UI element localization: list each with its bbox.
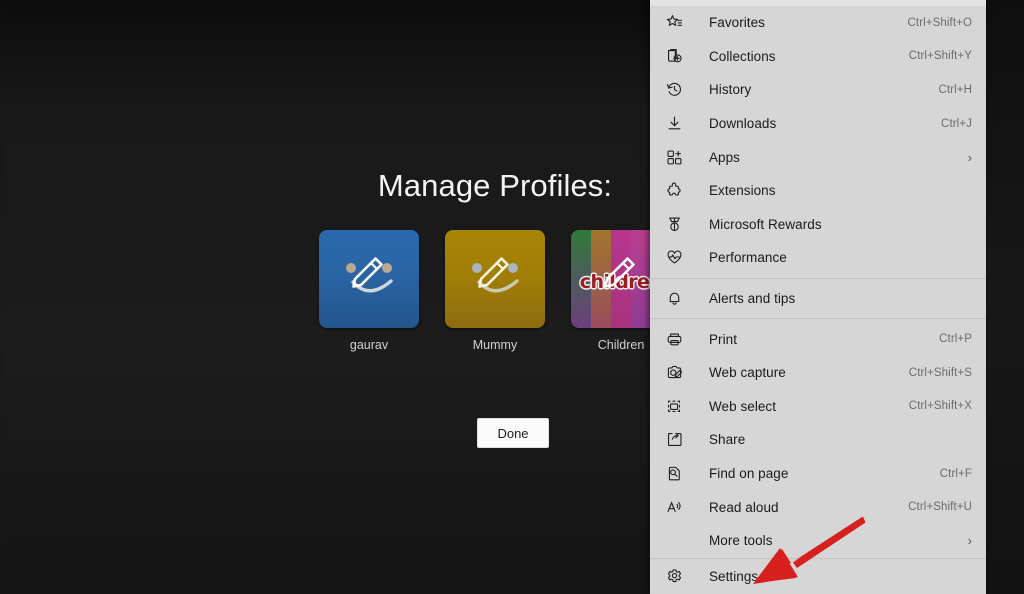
- right-dark-gutter: [986, 0, 1024, 594]
- menu-item-web-select[interactable]: Web select Ctrl+Shift+X: [650, 390, 986, 424]
- menu-item-downloads[interactable]: Downloads Ctrl+J: [650, 107, 986, 141]
- favorites-star-icon: [666, 13, 692, 33]
- profile-avatar-tile[interactable]: [319, 230, 419, 328]
- menu-item-label: History: [709, 82, 752, 98]
- menu-item-label: Microsoft Rewards: [709, 216, 822, 232]
- web-capture-icon: [666, 363, 692, 383]
- menu-item-shortcut: Ctrl+P: [939, 333, 972, 346]
- printer-icon: [666, 329, 692, 349]
- apps-grid-icon: [666, 147, 692, 167]
- menu-item-alerts-and-tips[interactable]: Alerts and tips: [650, 282, 986, 316]
- menu-item-collections[interactable]: Collections Ctrl+Shift+Y: [650, 40, 986, 74]
- find-on-page-icon: [666, 464, 692, 484]
- menu-item-shortcut: Ctrl+J: [941, 117, 972, 130]
- menu-item-shortcut: Ctrl+Shift+U: [908, 501, 972, 514]
- menu-item-label: Downloads: [709, 116, 777, 132]
- menu-item-label: Share: [709, 432, 746, 448]
- menu-item-shortcut: Ctrl+Shift+O: [907, 16, 972, 29]
- profile-card-mummy[interactable]: Mummy: [445, 230, 545, 352]
- menu-item-label: Apps: [709, 149, 740, 165]
- profile-avatar-tile[interactable]: [445, 230, 545, 328]
- profile-card-gaurav[interactable]: gaurav: [319, 230, 419, 352]
- menu-item-find-on-page[interactable]: Find on page Ctrl+F: [650, 457, 986, 491]
- menu-item-label: Print: [709, 331, 738, 347]
- menu-item-microsoft-rewards[interactable]: Microsoft Rewards: [650, 208, 986, 242]
- menu-item-extensions[interactable]: Extensions: [650, 174, 986, 208]
- menu-item-label: Settings: [709, 569, 759, 584]
- menu-item-web-capture[interactable]: Web capture Ctrl+Shift+S: [650, 356, 986, 390]
- screenshot-root: Manage Profiles: gaurav Mummy children C…: [0, 0, 1024, 594]
- menu-item-label: Performance: [709, 250, 787, 266]
- menu-item-label: Favorites: [709, 15, 765, 31]
- extensions-puzzle-icon: [666, 181, 692, 201]
- menu-item-settings[interactable]: Settings: [650, 558, 986, 594]
- menu-item-shortcut: Ctrl+F: [939, 467, 972, 480]
- menu-item-label: Alerts and tips: [709, 291, 796, 307]
- chevron-right-icon: ›: [967, 533, 972, 549]
- menu-item-apps[interactable]: Apps ›: [650, 140, 986, 174]
- profile-name-label: Mummy: [472, 338, 518, 352]
- menu-item-history[interactable]: History Ctrl+H: [650, 73, 986, 107]
- menu-item-label: Find on page: [709, 466, 789, 482]
- edge-more-menu[interactable]: Favorites Ctrl+Shift+O Collections Ctrl+…: [650, 0, 986, 594]
- performance-heart-icon: [666, 248, 692, 268]
- menu-item-label: More tools: [709, 533, 773, 549]
- menu-item-list: Favorites Ctrl+Shift+O Collections Ctrl+…: [650, 6, 986, 558]
- menu-item-shortcut: Ctrl+Shift+Y: [908, 50, 972, 63]
- menu-item-more-tools[interactable]: More tools ›: [650, 524, 986, 558]
- pencil-icon[interactable]: [445, 230, 545, 328]
- menu-item-label: Web select: [709, 398, 777, 414]
- menu-item-label: Read aloud: [709, 499, 779, 515]
- menu-item-shortcut: Ctrl+Shift+S: [908, 366, 972, 379]
- profile-name-label: gaurav: [349, 338, 389, 352]
- history-clock-icon: [666, 80, 692, 100]
- profile-name-label: Children: [597, 338, 645, 352]
- menu-item-label: Collections: [709, 48, 776, 64]
- menu-item-share[interactable]: Share: [650, 423, 986, 457]
- bell-icon: [666, 289, 692, 309]
- menu-item-label: Extensions: [709, 183, 776, 199]
- menu-item-label: Web capture: [709, 365, 786, 381]
- menu-separator: [650, 318, 986, 320]
- gear-icon: [666, 567, 692, 587]
- chevron-right-icon: ›: [967, 149, 972, 165]
- pencil-icon[interactable]: [319, 230, 419, 328]
- collections-icon: [666, 46, 692, 66]
- rewards-medal-icon: [666, 214, 692, 234]
- share-icon: [666, 430, 692, 450]
- web-select-icon: [666, 396, 692, 416]
- menu-item-shortcut: Ctrl+Shift+X: [908, 400, 972, 413]
- menu-item-performance[interactable]: Performance: [650, 241, 986, 275]
- menu-item-shortcut: Ctrl+H: [938, 83, 972, 96]
- done-button[interactable]: Done: [477, 418, 549, 448]
- menu-item-favorites[interactable]: Favorites Ctrl+Shift+O: [650, 6, 986, 40]
- menu-item-print[interactable]: Print Ctrl+P: [650, 322, 986, 356]
- read-aloud-icon: [666, 497, 692, 517]
- menu-separator: [650, 277, 986, 279]
- menu-item-read-aloud[interactable]: Read aloud Ctrl+Shift+U: [650, 490, 986, 524]
- downloads-icon: [666, 114, 692, 134]
